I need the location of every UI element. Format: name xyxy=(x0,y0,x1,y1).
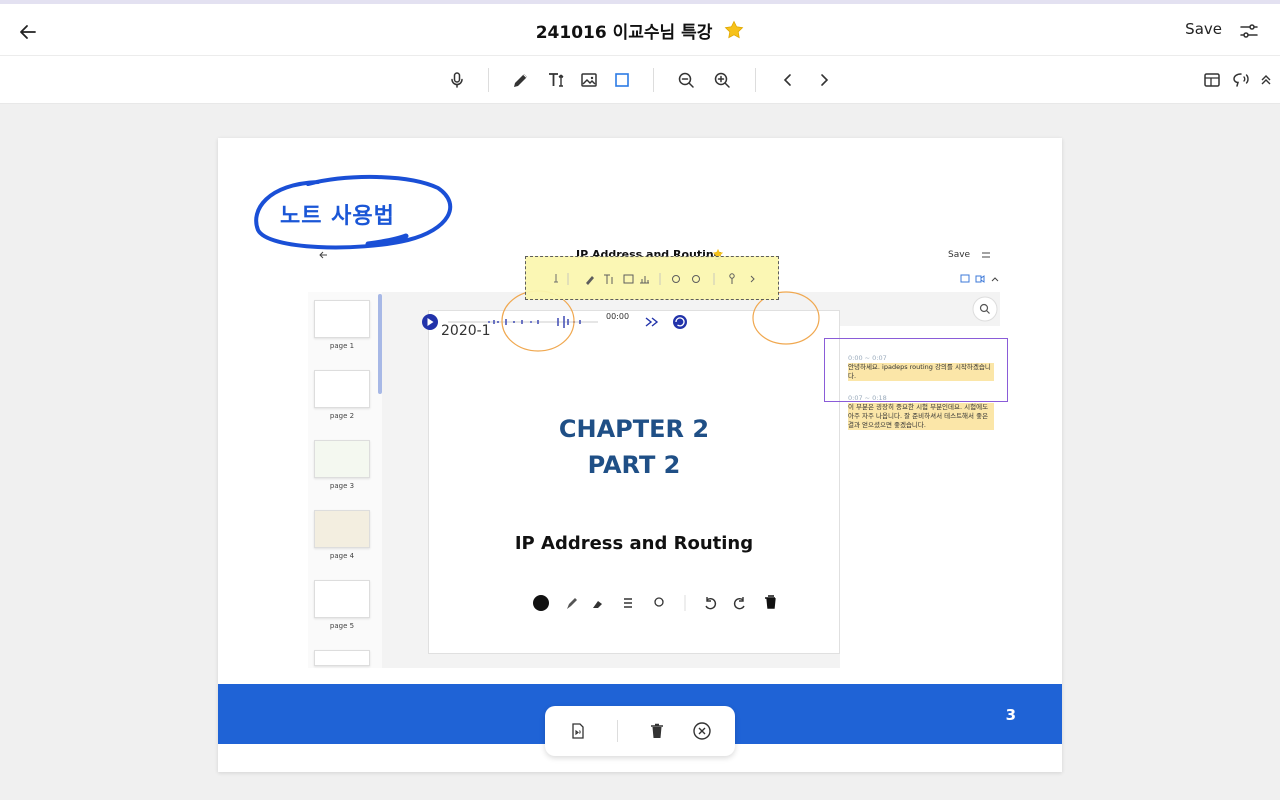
chevron-right-icon xyxy=(821,74,829,86)
fast-forward-icon xyxy=(645,317,659,327)
thumbnail-label: page 3 xyxy=(329,482,355,490)
thumbnail-label: page 5 xyxy=(329,622,355,630)
slide-subtitle: IP Address and Routing xyxy=(514,533,754,554)
trash-icon xyxy=(765,595,776,609)
color-picker-icon xyxy=(533,595,549,611)
toolbar-divider xyxy=(755,68,756,92)
lasso-icon xyxy=(1233,73,1249,87)
embedded-screenshot[interactable]: IP Address and Routing Save page 1 page … xyxy=(308,238,1008,668)
audio-file-icon xyxy=(572,723,584,739)
page-title-wrap: 241016 이교수님 특강 xyxy=(0,18,1280,45)
thumbnail-scrollbar[interactable] xyxy=(378,294,382,394)
chevron-left-icon xyxy=(783,74,791,86)
page-number: 3 xyxy=(1005,706,1016,724)
pen-icon xyxy=(567,598,577,609)
header: 241016 이교수님 특강 Save xyxy=(0,4,1280,56)
slide-chapter-line2: PART 2 xyxy=(587,451,681,479)
transcript-entry: 0:00 ~ 0:07 안녕하세요. ipadeps routing 강의를 시… xyxy=(848,354,994,381)
thumbnail-label: page 2 xyxy=(329,412,355,420)
thumbnail-sidebar: page 1 page 2 page 3 page 4 page 5 xyxy=(308,292,382,668)
slide-chapter-line1: CHAPTER 2 xyxy=(558,415,710,443)
next-page-button[interactable] xyxy=(810,66,838,94)
delete-button[interactable] xyxy=(644,718,670,744)
trash-icon xyxy=(651,723,663,738)
toolbar xyxy=(0,56,1280,104)
slide[interactable]: 2020-1 CHAPTER 2 PART 2 IP Address and R… xyxy=(428,310,840,654)
settings-button[interactable] xyxy=(1236,18,1262,44)
thumbnail[interactable] xyxy=(314,580,370,618)
thumbnail[interactable] xyxy=(314,510,370,548)
handwritten-title: 노트 사용법 xyxy=(280,204,395,229)
toolbar-divider xyxy=(488,68,489,92)
image-button[interactable] xyxy=(575,66,603,94)
layout-icon xyxy=(1204,73,1220,87)
arrow-left-icon xyxy=(319,251,327,259)
pen-button[interactable] xyxy=(507,66,535,94)
audio-file-button[interactable] xyxy=(565,718,591,744)
transcript-text: 안녕하세요. ipadeps routing 강의를 시작하겠습니다. xyxy=(848,363,994,381)
thumbnail[interactable] xyxy=(314,300,370,338)
note-page[interactable]: 노트 사용법 IP Address and Routing Save page … xyxy=(218,138,1062,772)
pen-icon xyxy=(514,74,527,87)
transcript-text: 이 부분은 굉장히 중요한 시험 부분인데요. 시험에도 아주 자주 나옵니다.… xyxy=(848,403,994,430)
close-button[interactable] xyxy=(689,718,715,744)
embedded-toolbar-icons xyxy=(554,273,755,285)
sliders-icon xyxy=(982,252,990,258)
page-title: 241016 이교수님 특강 xyxy=(535,23,713,43)
rectangle-select-button[interactable] xyxy=(608,66,636,94)
microphone-button[interactable] xyxy=(443,66,471,94)
sliders-icon xyxy=(1240,24,1258,38)
zoom-in-icon xyxy=(714,72,730,88)
selected-toolbar-region[interactable] xyxy=(525,256,779,300)
redo-icon xyxy=(733,597,745,610)
rectangle-select-icon xyxy=(615,73,629,87)
text-size-icon xyxy=(549,73,564,87)
lines-icon xyxy=(624,598,632,608)
selection-action-bar xyxy=(545,706,735,756)
chevron-up-icon xyxy=(1261,75,1271,85)
transcript-entry: 0:07 ~ 0:18 이 부분은 굉장히 중요한 시험 부분인데요. 시험에도… xyxy=(848,394,994,430)
thumbnail-label: page 4 xyxy=(329,552,355,560)
zoom-out-button[interactable] xyxy=(672,66,700,94)
drawing-toolbar xyxy=(533,595,776,611)
slide-chapter: CHAPTER 2 PART 2 xyxy=(429,411,839,483)
star-icon[interactable] xyxy=(724,20,744,45)
search-icon[interactable] xyxy=(972,296,998,322)
microphone-icon xyxy=(451,72,463,88)
text-button[interactable] xyxy=(543,66,571,94)
prev-page-button[interactable] xyxy=(774,66,802,94)
thumbnail[interactable] xyxy=(314,370,370,408)
embedded-save: Save xyxy=(948,250,971,260)
audio-time: 00:00 xyxy=(606,312,630,321)
save-button[interactable]: Save xyxy=(1185,20,1222,38)
eraser-icon xyxy=(593,601,602,608)
lasso-button[interactable] xyxy=(1227,66,1255,94)
toolbar-divider xyxy=(653,68,654,92)
embedded-view-icons xyxy=(960,274,999,283)
refresh-icon xyxy=(673,315,687,329)
collapse-button[interactable] xyxy=(1256,66,1276,94)
transcript-time: 0:07 ~ 0:18 xyxy=(848,394,887,402)
layout-button[interactable] xyxy=(1198,66,1226,94)
thumbnail[interactable] xyxy=(314,440,370,478)
lasso-icon xyxy=(654,597,664,607)
thumbnail[interactable] xyxy=(314,650,370,666)
action-divider xyxy=(617,720,618,742)
undo-icon xyxy=(705,597,717,610)
zoom-out-icon xyxy=(678,72,694,88)
image-icon xyxy=(581,73,597,87)
transcript-time: 0:00 ~ 0:07 xyxy=(848,354,887,362)
zoom-in-button[interactable] xyxy=(708,66,736,94)
thumbnail-label: page 1 xyxy=(329,342,355,350)
close-circle-icon xyxy=(693,722,711,740)
